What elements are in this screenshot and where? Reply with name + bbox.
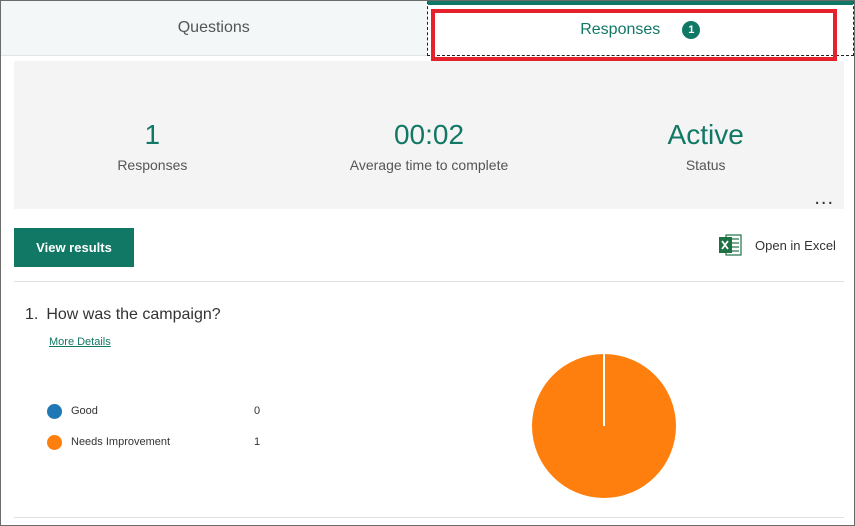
responses-value: 1 xyxy=(144,119,161,150)
tab-responses-label: Responses xyxy=(580,21,661,38)
responses-label: Responses xyxy=(117,157,188,173)
tab-questions[interactable]: Questions xyxy=(1,1,427,56)
tab-bar: Questions Responses 1 xyxy=(1,1,854,56)
divider xyxy=(14,517,844,518)
stat-status: Active Status xyxy=(567,61,844,209)
tab-responses[interactable]: Responses 1 xyxy=(426,1,854,56)
average-time-label: Average time to complete xyxy=(349,157,509,173)
response-summary: 1 Responses 00:02 Average time to comple… xyxy=(14,61,844,209)
open-in-excel-label: Open in Excel xyxy=(755,237,836,253)
average-time-value: 00:02 xyxy=(393,119,465,150)
responses-count-badge: 1 xyxy=(682,21,701,39)
question-text: How was the campaign? xyxy=(46,306,221,323)
stat-responses: 1 Responses xyxy=(14,61,291,209)
chart-legend: Good 0 Needs Improvement 1 xyxy=(47,403,277,465)
legend-swatch-good xyxy=(47,403,62,419)
legend-count-good: 0 xyxy=(254,405,261,417)
legend-swatch-needs-improvement xyxy=(47,434,62,450)
legend-item-needs-improvement: Needs Improvement 1 xyxy=(47,434,277,450)
pie-chart xyxy=(532,354,676,498)
more-details-link[interactable]: More Details xyxy=(49,336,111,348)
question-number: 1. xyxy=(25,306,39,323)
status-value: Active xyxy=(667,119,744,150)
legend-label-needs-improvement: Needs Improvement xyxy=(71,436,171,448)
more-options-icon[interactable]: ... xyxy=(814,188,834,208)
divider xyxy=(14,281,844,282)
view-results-button[interactable]: View results xyxy=(14,228,134,267)
legend-count-needs-improvement: 1 xyxy=(254,436,261,448)
open-in-excel-link[interactable]: Open in Excel xyxy=(717,230,836,260)
stat-average-time: 00:02 Average time to complete xyxy=(291,61,568,209)
legend-item-good: Good 0 xyxy=(47,403,277,419)
status-label: Status xyxy=(685,157,726,173)
tab-questions-label: Questions xyxy=(177,19,250,36)
legend-label-good: Good xyxy=(71,405,98,417)
question-title: 1. How was the campaign? xyxy=(25,306,221,324)
excel-icon xyxy=(719,234,742,256)
